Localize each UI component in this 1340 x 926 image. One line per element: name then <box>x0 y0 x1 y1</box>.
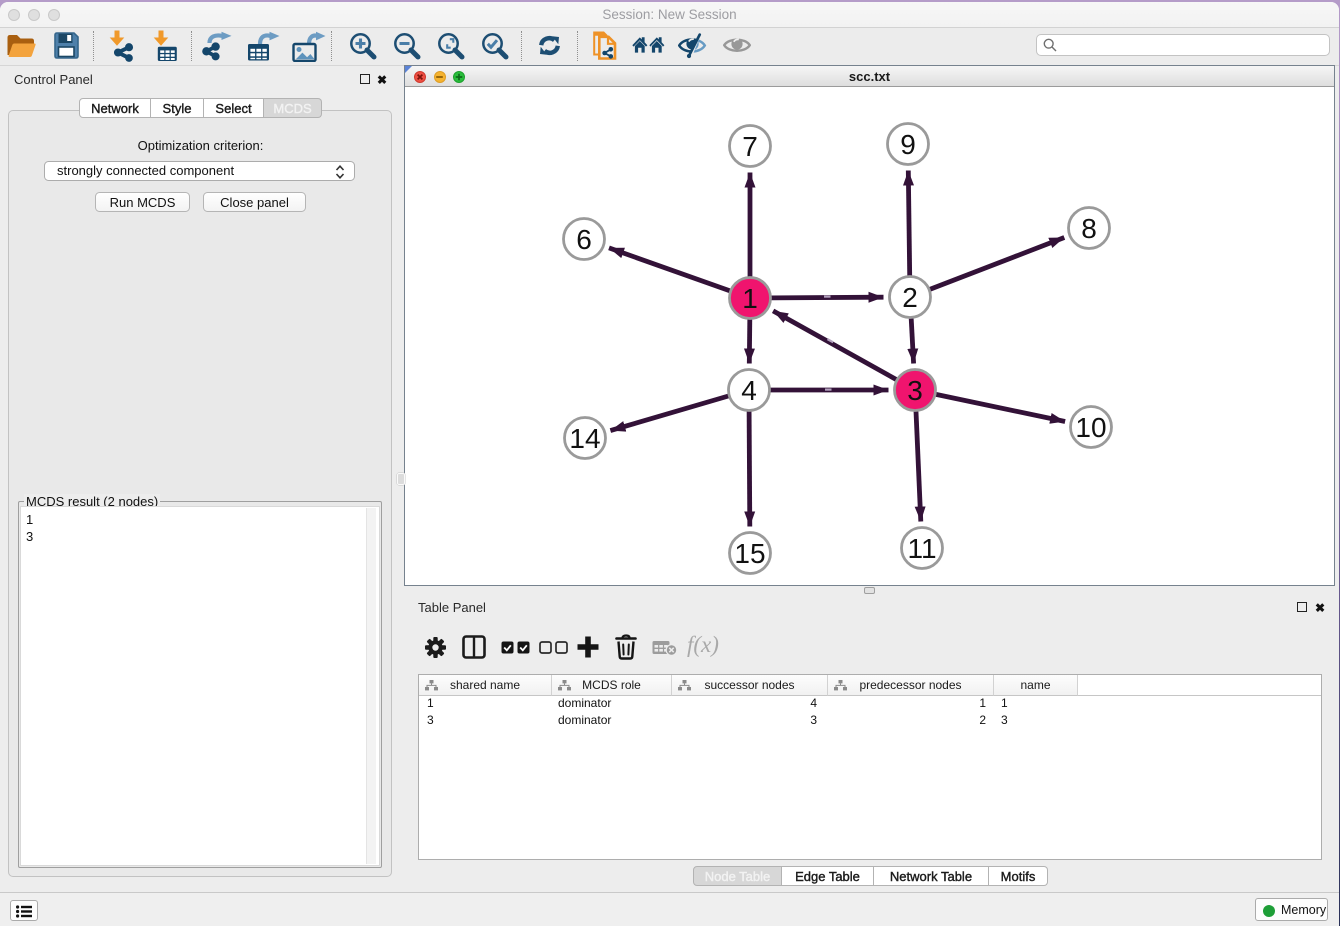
svg-text:2: 2 <box>902 282 918 313</box>
svg-text:11: 11 <box>907 533 936 564</box>
svg-text:6: 6 <box>576 224 592 255</box>
svg-text:9: 9 <box>900 129 916 160</box>
svg-text:4: 4 <box>741 375 757 406</box>
svg-text:8: 8 <box>1081 213 1097 244</box>
svg-text:10: 10 <box>1075 412 1106 443</box>
svg-text:1: 1 <box>742 283 758 314</box>
svg-text:3: 3 <box>907 375 923 406</box>
svg-text:15: 15 <box>734 538 765 569</box>
svg-text:14: 14 <box>569 423 600 454</box>
svg-text:7: 7 <box>742 131 758 162</box>
